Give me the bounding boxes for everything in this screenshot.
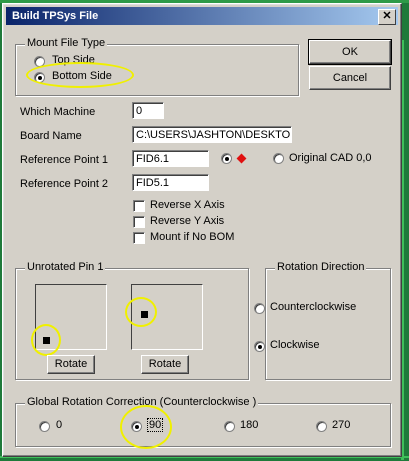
rotation-270-radio[interactable]: [316, 421, 327, 432]
board-name-input[interactable]: C:\USERS\JASHTON\DESKTOP: [132, 126, 292, 143]
rotation-0-label[interactable]: 0: [56, 419, 62, 431]
rotation-270-label[interactable]: 270: [332, 419, 350, 431]
window-title: Build TPSys File: [12, 10, 99, 22]
highlight-circle: [26, 62, 134, 88]
unrotated-pin-label: Unrotated Pin 1: [25, 261, 106, 273]
cancel-button[interactable]: Cancel: [309, 66, 391, 90]
original-cad-radio[interactable]: [273, 153, 284, 164]
build-tpsys-dialog: Build TPSys File ✕ OK Cancel Mount File …: [2, 3, 402, 457]
counterclockwise-radio[interactable]: [254, 303, 265, 314]
reverse-x-checkbox[interactable]: [133, 200, 145, 212]
title-bar: Build TPSys File ✕: [6, 7, 398, 25]
reverse-x-label[interactable]: Reverse X Axis: [150, 199, 225, 211]
reference-point-2-label: Reference Point 2: [20, 178, 109, 190]
which-machine-input[interactable]: 0: [132, 102, 164, 119]
reverse-y-checkbox[interactable]: [133, 216, 145, 228]
rotate-left-button[interactable]: Rotate: [47, 355, 95, 374]
ok-button[interactable]: OK: [308, 39, 392, 65]
reference-point-1-label: Reference Point 1: [20, 154, 109, 166]
rotation-180-label[interactable]: 180: [240, 419, 258, 431]
highlight-circle: [31, 324, 61, 356]
rotate-right-button[interactable]: Rotate: [141, 355, 189, 374]
rotation-direction-group: [265, 268, 391, 380]
clockwise-radio[interactable]: [254, 341, 265, 352]
reverse-y-label[interactable]: Reverse Y Axis: [150, 215, 224, 227]
reference-marker-icon: [236, 153, 247, 164]
original-cad-label[interactable]: Original CAD 0,0: [289, 152, 372, 164]
clockwise-label[interactable]: Clockwise: [270, 339, 320, 351]
rotation-0-radio[interactable]: [39, 421, 50, 432]
which-machine-label: Which Machine: [20, 106, 96, 118]
mount-if-no-bom-checkbox[interactable]: [133, 232, 145, 244]
counterclockwise-label[interactable]: Counterclockwise: [270, 301, 356, 313]
highlight-circle: [120, 405, 172, 449]
board-name-label: Board Name: [20, 130, 82, 142]
reference-point-1-input[interactable]: FID6.1: [132, 150, 209, 167]
mount-if-no-bom-label[interactable]: Mount if No BOM: [150, 231, 234, 243]
rotation-direction-label: Rotation Direction: [275, 261, 367, 273]
reference-point-2-input[interactable]: FID5.1: [132, 174, 209, 191]
reference-point-radio[interactable]: [221, 153, 232, 164]
highlight-circle: [125, 297, 157, 327]
rotation-180-radio[interactable]: [224, 421, 235, 432]
mount-file-type-label: Mount File Type: [25, 37, 108, 49]
close-icon[interactable]: ✕: [378, 9, 396, 25]
